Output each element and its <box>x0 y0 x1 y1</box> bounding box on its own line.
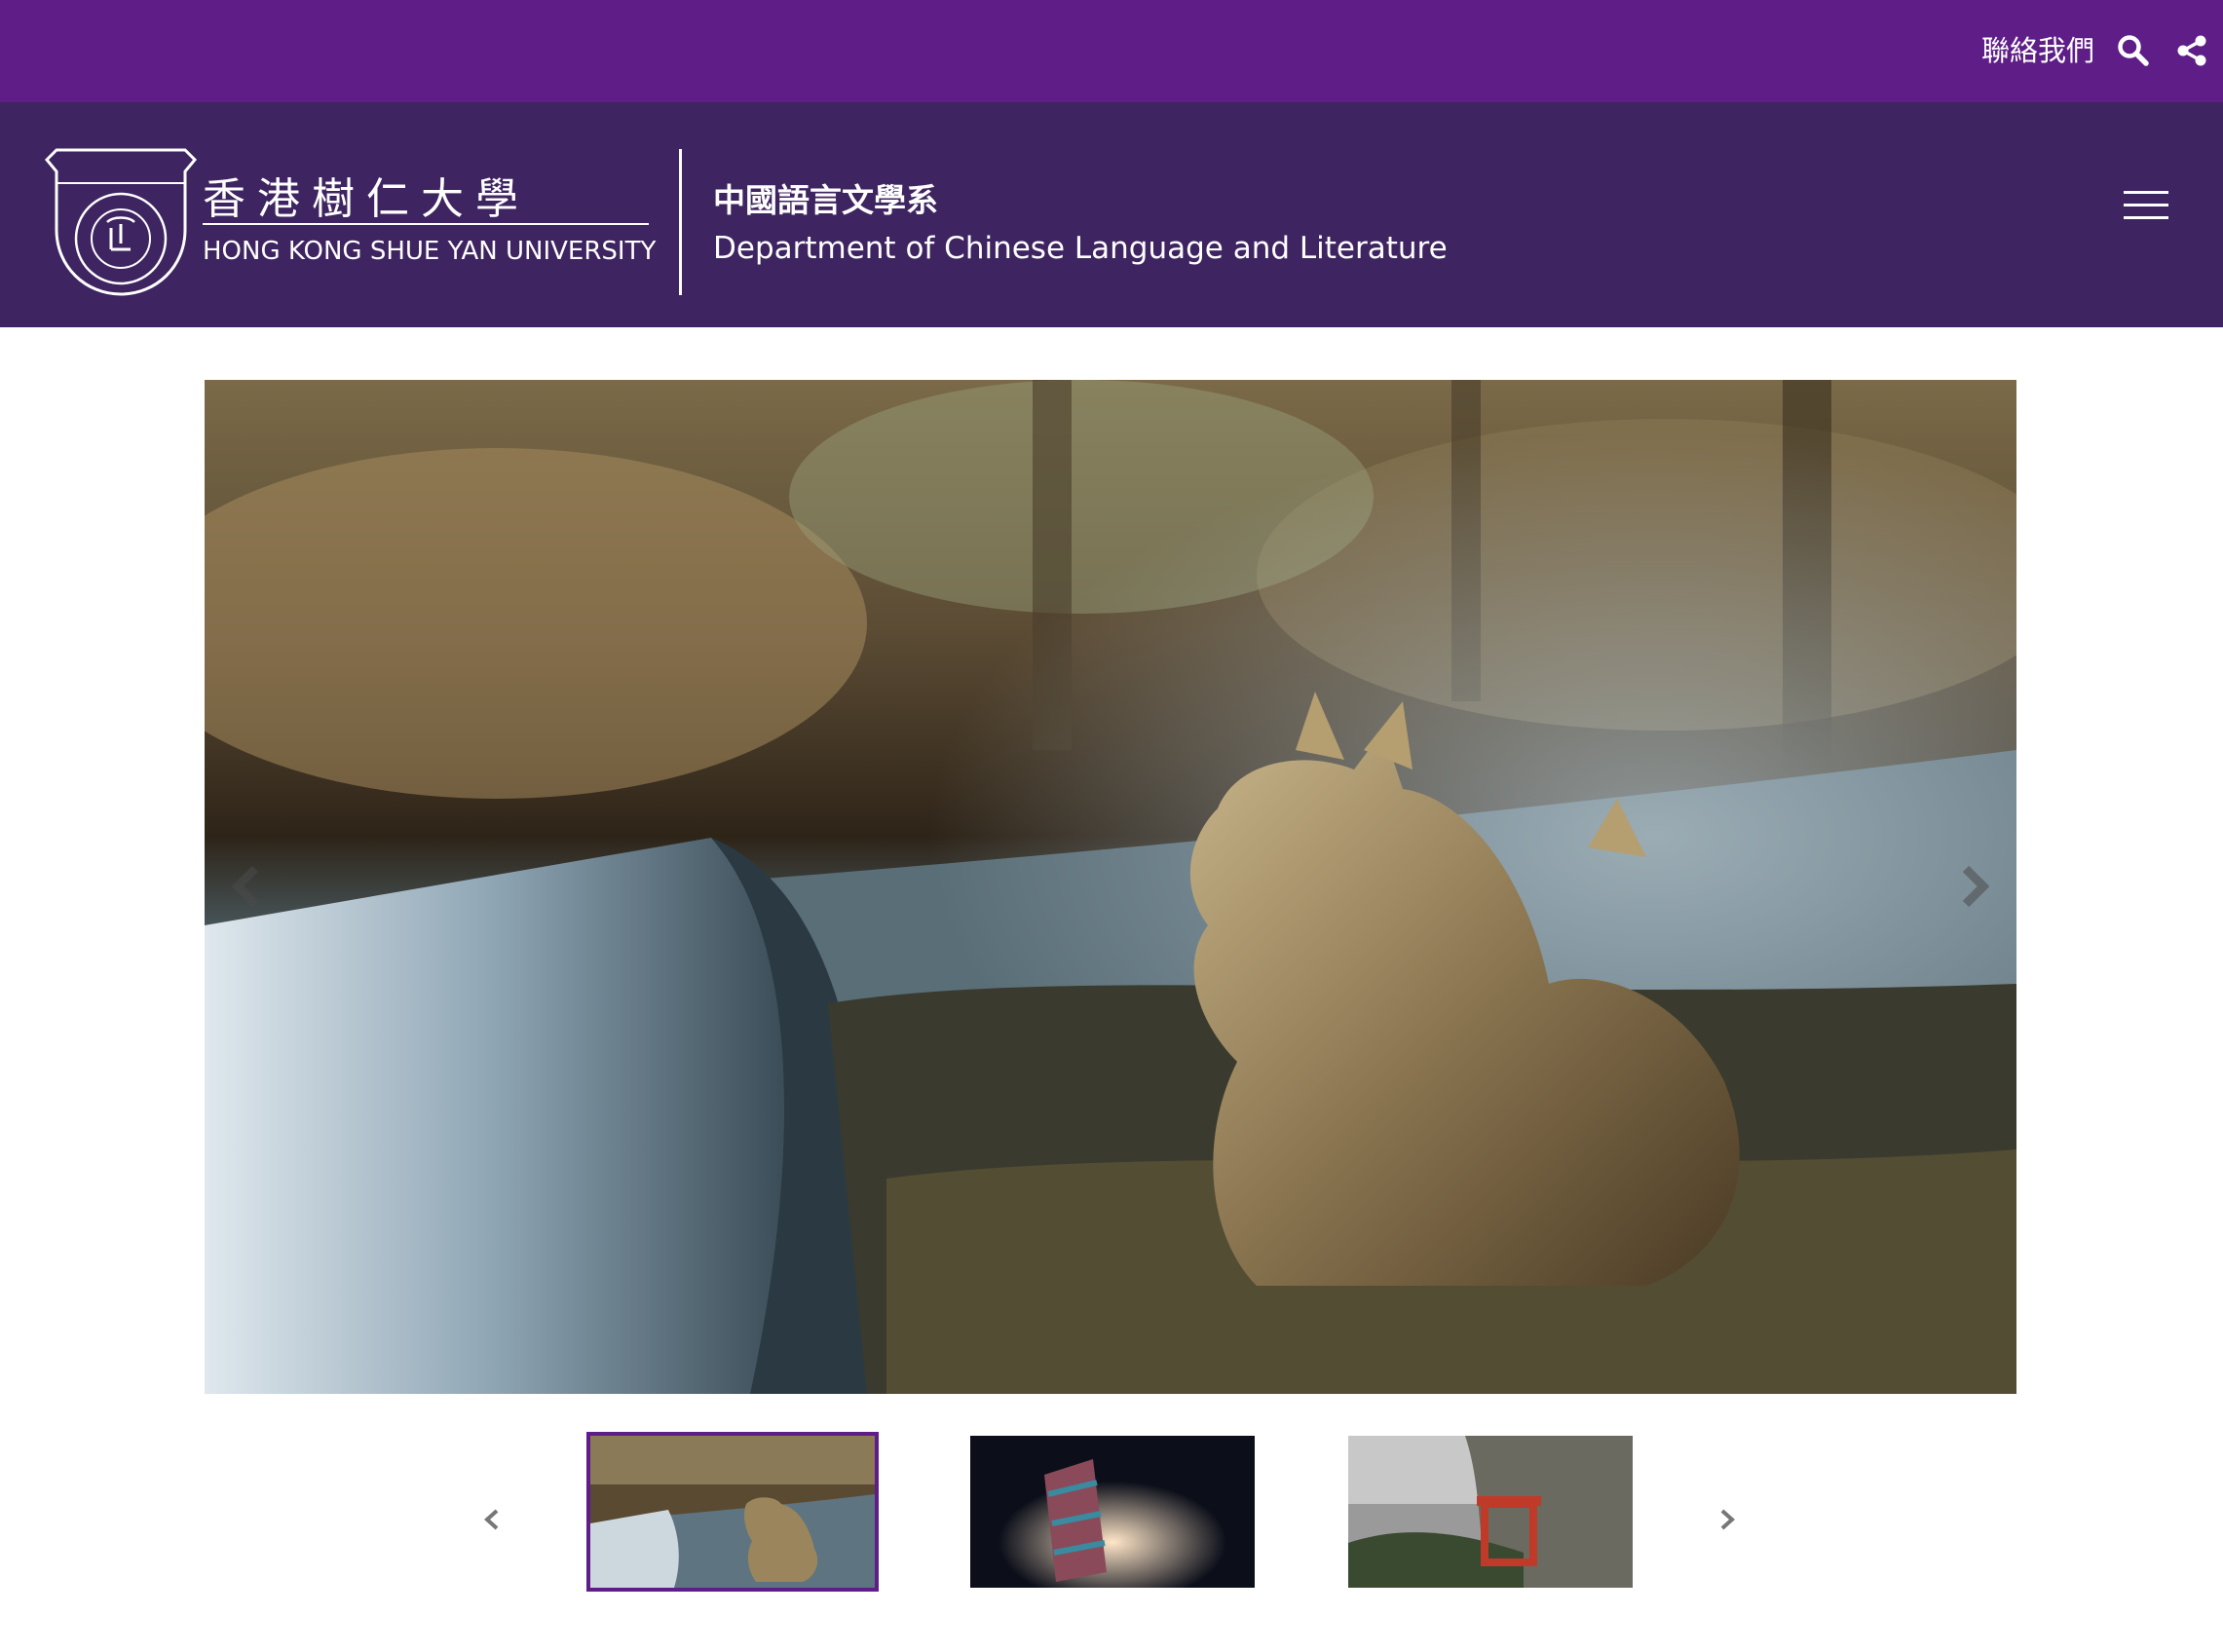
university-name-zh: 香港樹仁大學 <box>203 174 530 224</box>
university-logo[interactable] <box>43 148 199 299</box>
department-name-zh[interactable]: 中國語言文學系 <box>713 176 938 225</box>
thumbnail-1-dragon[interactable] <box>586 1432 879 1592</box>
site-header: 香港樹仁大學 HONG KONG SHUE YAN UNIVERSITY 中國語… <box>0 102 2223 327</box>
top-utility-bar: 聯絡我們 <box>0 0 2223 102</box>
share-icon[interactable] <box>2170 29 2213 72</box>
thumbnail-3-pavilion[interactable] <box>1348 1436 1633 1588</box>
thumbnail-next-chevron-right-icon[interactable] <box>1713 1505 1742 1534</box>
contact-us-link[interactable]: 聯絡我們 <box>1981 29 2094 72</box>
logo-divider-line <box>203 223 649 225</box>
hero-next-chevron-right-icon[interactable] <box>1944 857 2003 916</box>
thumbnail-strip <box>0 1432 2223 1597</box>
thumbnail-2-lantern[interactable] <box>970 1436 1255 1588</box>
header-vertical-divider <box>679 149 682 295</box>
hero-slide-image <box>205 380 2016 1394</box>
hamburger-menu-icon[interactable] <box>2124 185 2168 224</box>
thumbnail-prev-chevron-left-icon[interactable] <box>477 1505 507 1534</box>
university-name-en: HONG KONG SHUE YAN UNIVERSITY <box>203 237 657 266</box>
search-icon[interactable] <box>2112 29 2155 72</box>
department-name-en[interactable]: Department of Chinese Language and Liter… <box>713 219 1448 278</box>
hero-prev-chevron-left-icon[interactable] <box>218 857 277 916</box>
